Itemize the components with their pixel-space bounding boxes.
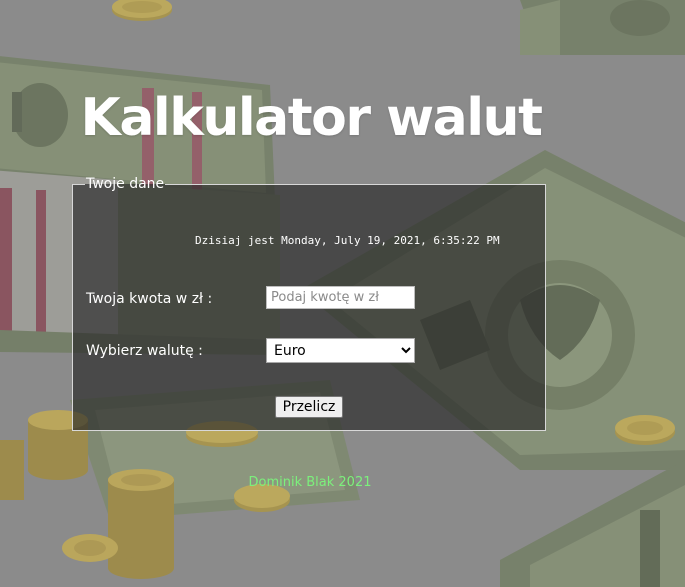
panel-legend: Twoje dane xyxy=(86,176,165,192)
currency-select[interactable]: Euro xyxy=(266,338,415,363)
amount-label: Twoja kwota w zł : xyxy=(86,291,213,307)
currency-label: Wybierz walutę : xyxy=(86,343,203,359)
current-date-text: Dzisiaj jest Monday, July 19, 2021, 6:35… xyxy=(195,234,500,247)
input-panel: Twoje dane Dzisiaj jest Monday, July 19,… xyxy=(72,176,546,431)
amount-input[interactable] xyxy=(266,286,415,309)
calculate-button[interactable]: Przelicz xyxy=(275,396,343,418)
page-title: Kalkulator walut xyxy=(80,87,543,148)
footer-author: Dominik Blak 2021 xyxy=(248,475,372,490)
